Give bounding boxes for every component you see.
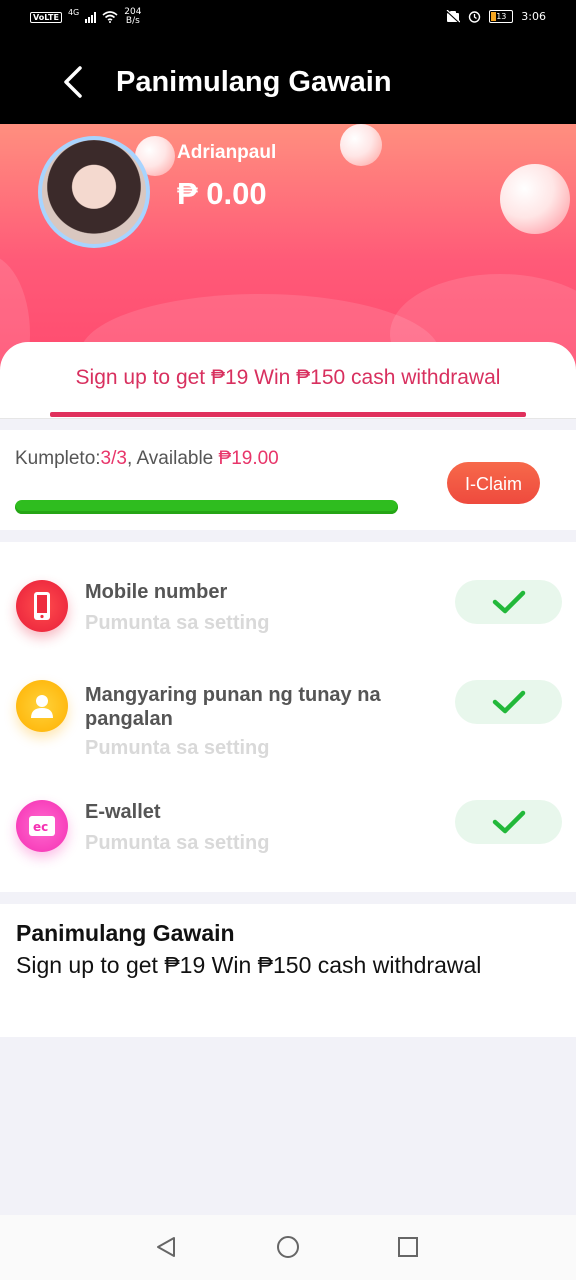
- progress-card: Kumpleto:3/3, Available ₱19.00 I-Claim: [0, 430, 576, 530]
- square-recents-icon: [398, 1237, 418, 1257]
- circle-home-icon: [277, 1236, 299, 1258]
- claim-button[interactable]: I-Claim: [447, 462, 540, 504]
- task-icon: [16, 580, 68, 632]
- task-info: Panimulang Gawain Sign up to get ₱19 Win…: [0, 904, 576, 1037]
- tab-signup-reward[interactable]: Sign up to get ₱19 Win ₱150 cash withdra…: [0, 366, 576, 390]
- tab-active-indicator: [50, 412, 526, 417]
- progress-prefix: Kumpleto:: [15, 448, 101, 469]
- check-icon: [492, 590, 525, 614]
- progress-summary: Kumpleto:3/3, Available ₱19.00: [15, 448, 279, 470]
- task-complete-button[interactable]: [455, 800, 562, 844]
- task-setting-link[interactable]: Pumunta sa setting: [85, 832, 269, 855]
- info-description: Sign up to get ₱19 Win ₱150 cash withdra…: [16, 952, 482, 978]
- balance-amount: ₱ 0.00: [177, 176, 267, 211]
- task-title: Mobile number: [85, 581, 228, 603]
- task-complete-button[interactable]: [455, 580, 562, 624]
- svg-text:ec: ec: [33, 820, 48, 834]
- available-amount: ₱19.00: [218, 448, 279, 469]
- alarm-icon: [469, 11, 481, 23]
- clock: 3:06: [521, 10, 546, 23]
- task-list: Mobile number Pumunta sa setting Mangyar…: [0, 542, 576, 892]
- status-left: VoLTE 4G 204 B/s: [30, 8, 141, 26]
- task-setting-link[interactable]: Pumunta sa setting: [85, 737, 269, 760]
- status-bar: VoLTE 4G 204 B/s 13 3:06: [0, 0, 576, 40]
- task-title: E-wallet: [85, 801, 161, 823]
- nav-back-button[interactable]: [154, 1235, 178, 1259]
- wallet-icon: ec: [29, 816, 55, 836]
- progress-middle: , Available: [126, 448, 219, 469]
- triangle-back-icon: [157, 1237, 175, 1257]
- banner-bubble: [340, 124, 382, 166]
- network-speed: 204 B/s: [124, 8, 141, 26]
- user-icon: [31, 695, 53, 718]
- nav-home-button[interactable]: [276, 1235, 300, 1259]
- nav-recents-button[interactable]: [396, 1235, 420, 1259]
- network-label: 4G: [67, 8, 80, 17]
- battery-level: 13: [496, 12, 507, 21]
- status-right: 13 3:06: [446, 10, 546, 23]
- signal-icon: [85, 11, 97, 23]
- check-icon: [492, 810, 525, 834]
- username: Adrianpaul: [177, 142, 277, 163]
- task-tab-bar: Sign up to get ₱19 Win ₱150 cash withdra…: [0, 342, 576, 419]
- chevron-left-icon: [64, 66, 82, 98]
- progress-completed: 3/3: [100, 448, 127, 469]
- phone-icon: [34, 592, 50, 620]
- check-icon: [492, 690, 525, 714]
- profile-banner: Adrianpaul ₱ 0.00: [0, 124, 576, 374]
- volte-badge: VoLTE: [30, 11, 62, 23]
- back-button[interactable]: [54, 62, 94, 102]
- task-icon: [16, 680, 68, 732]
- notification-off-icon: [446, 10, 461, 23]
- wifi-icon: [102, 11, 118, 23]
- info-title: Panimulang Gawain: [16, 920, 235, 946]
- progress-bar-fill: [15, 500, 398, 514]
- task-icon: ec: [16, 800, 68, 852]
- app-header: Panimulang Gawain: [0, 40, 576, 124]
- battery-icon: 13: [489, 10, 514, 23]
- task-setting-link[interactable]: Pumunta sa setting: [85, 612, 269, 635]
- task-complete-button[interactable]: [455, 680, 562, 724]
- banner-bubble: [500, 164, 570, 234]
- avatar[interactable]: [38, 136, 150, 248]
- task-title: Mangyaring punan ng tunay na pangalan: [85, 684, 381, 730]
- speed-unit: B/s: [125, 16, 140, 26]
- system-nav-bar: [0, 1215, 576, 1280]
- progress-bar: [15, 500, 398, 514]
- page-title: Panimulang Gawain: [116, 66, 392, 98]
- avatar-image: [42, 140, 146, 244]
